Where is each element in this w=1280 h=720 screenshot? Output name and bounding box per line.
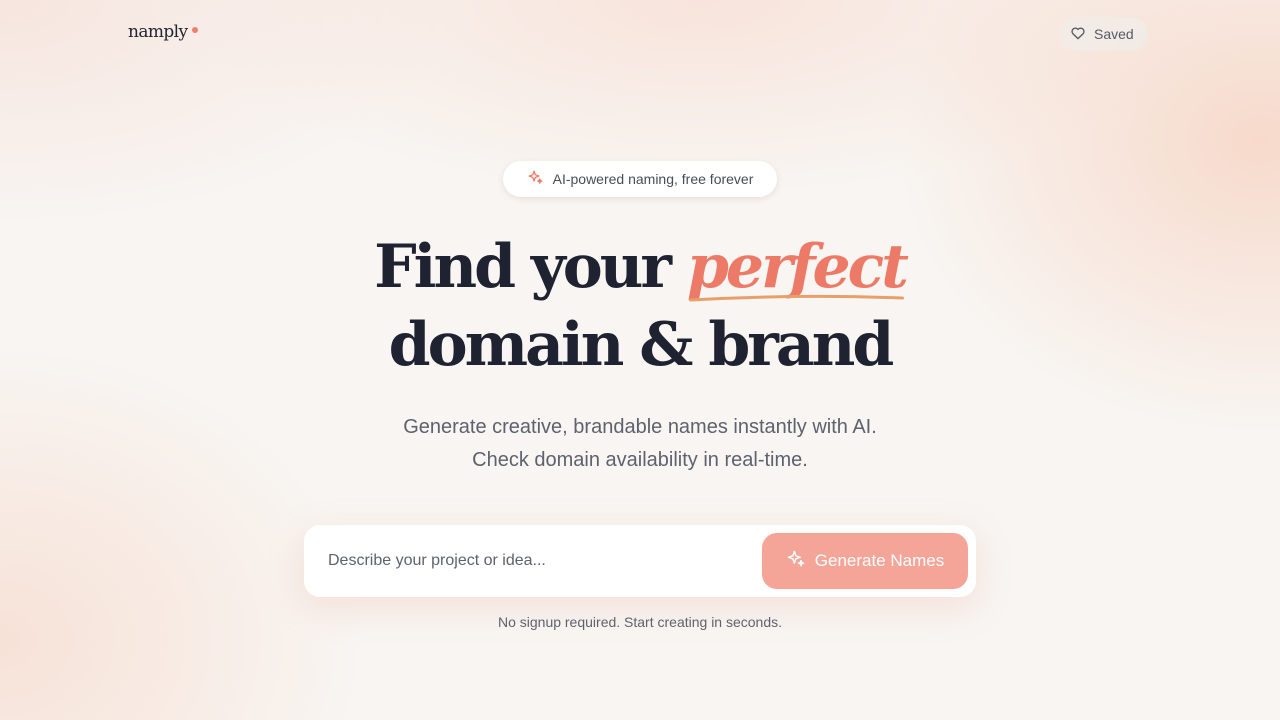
- hero-subtitle: Generate creative, brandable names insta…: [0, 411, 1280, 477]
- accent-underline: [688, 294, 904, 302]
- sparkles-icon: [527, 169, 544, 189]
- signup-note: No signup required. Start creating in se…: [497, 614, 783, 630]
- search-box: Generate Names: [304, 525, 976, 597]
- generate-names-button[interactable]: Generate Names: [762, 533, 968, 589]
- hero-title-prefix: Find your: [374, 232, 672, 302]
- subtitle-line-2: Check domain availability in real-time.: [472, 449, 808, 471]
- heart-icon: [1070, 25, 1086, 44]
- generate-names-label: Generate Names: [814, 551, 945, 570]
- sparkles-icon: [786, 549, 806, 574]
- project-description-input[interactable]: [328, 543, 748, 579]
- badge-text: AI-powered naming, free forever: [552, 171, 754, 187]
- feature-badge: AI-powered naming, free forever: [503, 161, 777, 197]
- logo[interactable]: namply: [128, 22, 198, 42]
- subtitle-line-1: Generate creative, brandable names insta…: [403, 416, 877, 438]
- hero-title-line2: domain & brand: [388, 310, 895, 380]
- logo-text: namply: [128, 22, 188, 42]
- hero-title: Find your perfect domain & brand: [0, 228, 1280, 384]
- hero-title-accent: perfect: [687, 228, 909, 306]
- saved-button[interactable]: Saved: [1059, 17, 1148, 51]
- saved-label: Saved: [1094, 26, 1134, 42]
- logo-dot: [191, 26, 198, 33]
